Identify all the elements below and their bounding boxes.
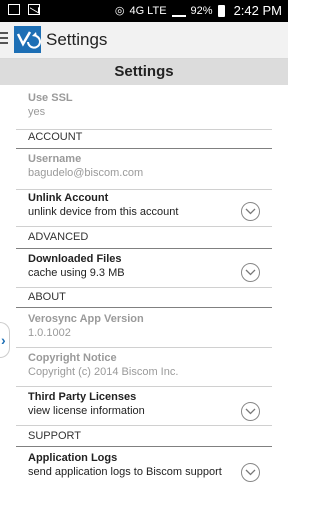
section-divider [16,446,272,447]
alarm-icon: ◎ [114,5,125,17]
row-divider [16,129,272,130]
status-bar: ◎ 4G LTE 92% 2:42 PM [0,0,288,22]
chevron-down-icon[interactable] [241,202,260,221]
setting-subtitle: view license information [28,405,145,417]
setting-unlink-account[interactable]: Unlink Account unlink device from this ac… [28,192,272,218]
setting-title: Username [28,153,82,165]
network-label: 4G LTE [129,4,167,17]
clock: 2:42 PM [233,3,282,18]
setting-subtitle: yes [28,106,46,118]
row-divider [16,287,272,288]
setting-subtitle: cache using 9.3 MB [28,267,125,279]
setting-title: Use SSL [28,92,73,104]
notification-image-icon [8,4,20,15]
row-divider [16,189,272,190]
battery-icon [217,4,225,17]
section-header-advanced: ADVANCED [28,231,89,243]
battery-percent: 92% [190,4,213,17]
row-divider [16,386,272,387]
setting-subtitle: Copyright (c) 2014 Biscom Inc. [28,366,179,378]
row-divider [16,226,272,227]
signal-icon [171,4,186,17]
mail-icon [28,4,40,15]
section-divider [16,248,272,249]
action-bar: Settings [0,22,288,59]
app-logo[interactable] [14,26,41,53]
setting-verosync-app-version: Verosync App Version 1.0.1002 [28,313,272,339]
row-divider [16,425,272,426]
setting-copyright-notice: Copyright Notice Copyright (c) 2014 Bisco… [28,352,272,378]
chevron-down-icon[interactable] [241,263,260,282]
setting-title: Unlink Account [28,192,109,204]
chevron-right-icon: › [1,332,6,348]
setting-subtitle: 1.0.1002 [28,327,71,339]
chevron-down-icon[interactable] [241,402,260,421]
section-header-support: SUPPORT [28,430,81,442]
setting-subtitle: unlink device from this account [28,206,179,218]
setting-subtitle: send application logs to Biscom support [28,466,222,478]
setting-title: Copyright Notice [28,352,117,364]
setting-use-ssl: Use SSL yes [28,92,272,118]
row-divider [16,347,272,348]
setting-title: Verosync App Version [28,313,144,325]
setting-third-party-licenses[interactable]: Third Party Licenses view license informa… [28,391,272,417]
menu-icon[interactable] [0,32,8,46]
setting-title: Third Party Licenses [28,391,137,403]
setting-subtitle: bagudelo@biscom.com [28,167,144,179]
setting-title: Application Logs [28,452,118,464]
section-header-account: ACCOUNT [28,131,83,143]
section-divider [16,148,272,149]
setting-application-logs[interactable]: Application Logs send application logs to… [28,452,272,478]
action-bar-title: Settings [46,30,108,49]
page-title: Settings [0,59,288,85]
section-header-about: ABOUT [28,291,66,303]
chevron-down-icon[interactable] [241,463,260,482]
setting-username: Username bagudelo@biscom.com [28,153,272,179]
drawer-handle[interactable]: › [0,322,10,358]
section-divider [16,307,272,308]
setting-title: Downloaded Files [28,253,122,265]
setting-downloaded-files[interactable]: Downloaded Files cache using 9.3 MB [28,253,272,279]
